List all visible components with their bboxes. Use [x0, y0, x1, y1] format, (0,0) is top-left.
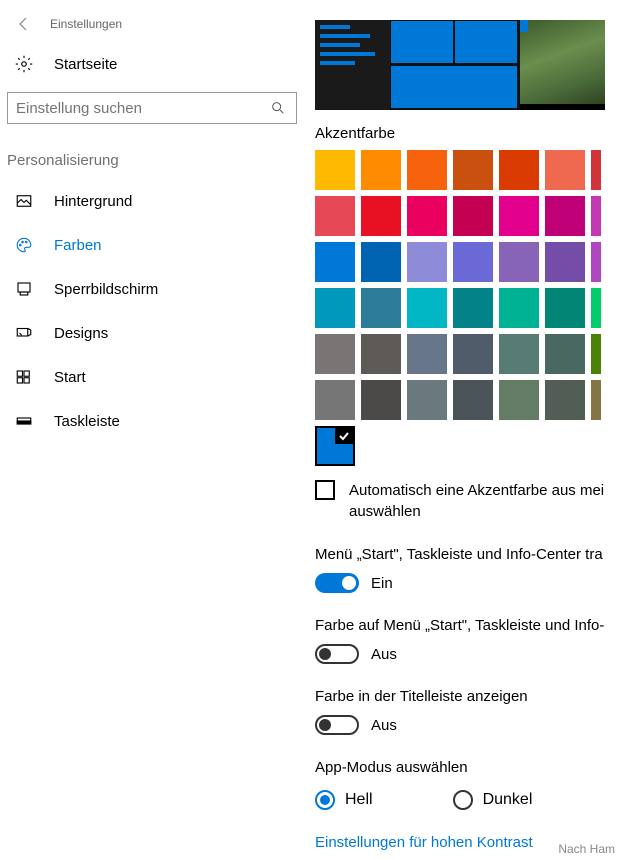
search-icon: [270, 99, 288, 117]
color-swatch[interactable]: [453, 380, 493, 420]
home-label: Startseite: [54, 56, 117, 73]
section-label: Personalisierung: [0, 124, 315, 179]
app-mode-dark-label: Dunkel: [483, 791, 533, 809]
color-swatch[interactable]: [407, 242, 447, 282]
page-title: Einstellungen: [50, 17, 122, 31]
color-swatch[interactable]: [361, 242, 401, 282]
nav-label: Sperrbildschirm: [54, 281, 158, 298]
accent-color-label: Akzentfarbe: [315, 125, 617, 142]
nav-item-colors[interactable]: Farben: [0, 223, 315, 267]
transparency-state: Ein: [371, 575, 393, 592]
start-icon: [14, 367, 34, 387]
color-swatch[interactable]: [453, 150, 493, 190]
color-swatch[interactable]: [499, 150, 539, 190]
nav-label: Taskleiste: [54, 413, 120, 430]
color-swatch[interactable]: [315, 334, 355, 374]
transparency-title: Menü „Start", Taskleiste und Info-Center…: [315, 546, 617, 563]
checkmark-icon: [335, 428, 353, 444]
themes-icon: [14, 323, 34, 343]
color-swatch[interactable]: [591, 150, 601, 190]
color-swatch[interactable]: [315, 242, 355, 282]
color-swatch[interactable]: [361, 150, 401, 190]
transparency-toggle[interactable]: [315, 573, 359, 593]
color-swatch[interactable]: [499, 334, 539, 374]
titlebar-toggle[interactable]: [315, 715, 359, 735]
nav-label: Hintergrund: [54, 193, 132, 210]
lockscreen-icon: [14, 279, 34, 299]
color-swatch[interactable]: [315, 380, 355, 420]
nav-label: Designs: [54, 325, 108, 342]
color-swatch[interactable]: [407, 196, 447, 236]
color-swatch[interactable]: [499, 242, 539, 282]
color-swatch[interactable]: [591, 242, 601, 282]
gear-icon: [14, 54, 34, 74]
search-input-container[interactable]: [7, 92, 297, 124]
color-swatch[interactable]: [407, 288, 447, 328]
color-swatch[interactable]: [361, 196, 401, 236]
color-swatch[interactable]: [407, 380, 447, 420]
color-swatch[interactable]: [591, 288, 601, 328]
nav-label: Start: [54, 369, 86, 386]
color-swatch[interactable]: [453, 242, 493, 282]
search-input[interactable]: [16, 100, 270, 117]
auto-accent-label: Automatisch eine Akzentfarbe aus mei aus…: [349, 480, 617, 522]
color-swatch[interactable]: [315, 196, 355, 236]
nav-item-start[interactable]: Start: [0, 355, 315, 399]
accent-surfaces-title: Farbe auf Menü „Start", Taskleiste und I…: [315, 617, 617, 634]
color-swatch[interactable]: [545, 380, 585, 420]
color-swatch[interactable]: [591, 334, 601, 374]
color-swatch[interactable]: [361, 288, 401, 328]
nav-item-themes[interactable]: Designs: [0, 311, 315, 355]
color-swatch[interactable]: [545, 242, 585, 282]
nav-item-taskbar[interactable]: Taskleiste: [0, 399, 315, 443]
color-swatch[interactable]: [499, 196, 539, 236]
color-swatch[interactable]: [545, 196, 585, 236]
titlebar-title: Farbe in der Titelleiste anzeigen: [315, 688, 617, 705]
radio-icon: [453, 790, 473, 810]
color-swatch[interactable]: [407, 334, 447, 374]
color-swatch[interactable]: [499, 380, 539, 420]
radio-icon: [315, 790, 335, 810]
app-mode-dark[interactable]: Dunkel: [453, 790, 533, 810]
app-mode-light-label: Hell: [345, 791, 373, 809]
overlay-text: Nach Ham: [558, 842, 615, 856]
color-swatch[interactable]: [315, 150, 355, 190]
color-swatch[interactable]: [315, 288, 355, 328]
color-swatch[interactable]: [361, 380, 401, 420]
accent-surfaces-state: Aus: [371, 646, 397, 663]
preview-image: [315, 20, 605, 110]
color-swatch[interactable]: [545, 288, 585, 328]
color-swatch[interactable]: [545, 334, 585, 374]
nav-item-lockscreen[interactable]: Sperrbildschirm: [0, 267, 315, 311]
nav-item-background[interactable]: Hintergrund: [0, 179, 315, 223]
color-swatch[interactable]: [499, 288, 539, 328]
color-swatch[interactable]: [361, 334, 401, 374]
titlebar-state: Aus: [371, 717, 397, 734]
taskbar-icon: [14, 411, 34, 431]
app-mode-title: App-Modus auswählen: [315, 759, 617, 776]
picture-icon: [14, 191, 34, 211]
back-button[interactable]: [12, 12, 36, 36]
color-swatch[interactable]: [407, 150, 447, 190]
color-swatch-selected[interactable]: [315, 426, 355, 466]
home-button[interactable]: Startseite: [0, 36, 315, 92]
color-swatch[interactable]: [453, 196, 493, 236]
nav-label: Farben: [54, 237, 102, 254]
accent-surfaces-toggle[interactable]: [315, 644, 359, 664]
color-swatch-grid: [315, 150, 605, 426]
color-swatch[interactable]: [591, 380, 601, 420]
auto-accent-checkbox[interactable]: [315, 480, 335, 500]
palette-icon: [14, 235, 34, 255]
color-swatch[interactable]: [591, 196, 601, 236]
app-mode-light[interactable]: Hell: [315, 790, 373, 810]
color-swatch[interactable]: [453, 334, 493, 374]
color-swatch[interactable]: [545, 150, 585, 190]
color-swatch[interactable]: [453, 288, 493, 328]
